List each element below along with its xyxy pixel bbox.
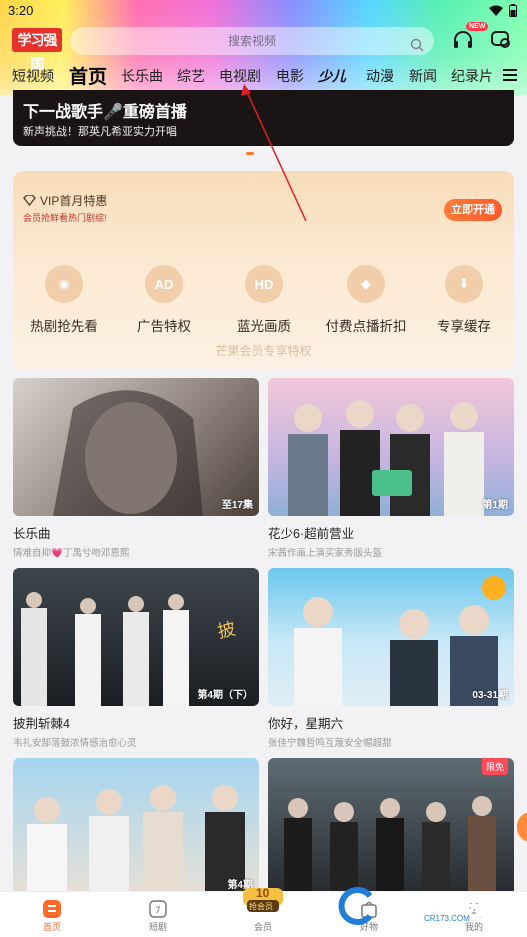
search-icon[interactable]: [410, 34, 424, 62]
headset-icon[interactable]: [452, 30, 474, 55]
carousel-indicator: [246, 152, 254, 155]
vip-title: VIP首月特惠: [40, 194, 108, 208]
video-thumbnail[interactable]: 第4期: [13, 758, 259, 896]
video-title: 你好，星期六: [268, 717, 344, 731]
perk-item[interactable]: ⬇ 专享缓存: [419, 265, 509, 335]
perk-item[interactable]: AD 广告特权: [119, 265, 209, 335]
tag-icon: ◆: [347, 265, 385, 303]
tab-documentary[interactable]: 纪录片: [451, 66, 493, 86]
watermark-url: CR173.COM: [424, 914, 470, 923]
sofa-icon: ◉: [45, 265, 83, 303]
video-subtitle: 情难自抑💗丁禹兮吻邓恩熙: [13, 548, 130, 559]
perk-label: 付费点播折扣: [325, 319, 407, 334]
tab-changlequ[interactable]: 长乐曲: [121, 66, 163, 86]
perk-label: 专享缓存: [437, 319, 491, 334]
status-time: 3:20: [8, 3, 34, 18]
tab-variety[interactable]: 综艺: [177, 66, 205, 86]
banner-title: 下一战歌手🎤重磅首播: [23, 104, 187, 121]
video-title: 长乐曲: [13, 527, 51, 541]
nav-home[interactable]: 首页: [22, 898, 82, 933]
video-thumbnail[interactable]: 至17集: [13, 378, 259, 516]
category-tabs: 短视频 首页 长乐曲 综艺 电视剧 电影 少儿 动漫 新闻 纪录片: [0, 62, 527, 90]
vip-promo-card[interactable]: VIP首月特惠 会员抢鲜看热门剧综! 立即开通 ◉ 热剧抢先看 AD 广告特权 …: [13, 171, 514, 370]
video-subtitle: 张佳宁魏哲鸣互蔑安全帽超甜: [268, 738, 392, 749]
tab-anime[interactable]: 动漫: [366, 66, 394, 86]
wifi-icon: [489, 4, 503, 22]
nav-home-label: 首页: [42, 922, 61, 932]
video-title: 披荆斩棘4: [13, 717, 70, 731]
ad-icon: AD: [145, 265, 183, 303]
nav-vip-label: 会员: [253, 922, 272, 932]
tab-tv-series[interactable]: 电视剧: [219, 66, 261, 86]
battery-icon: [509, 4, 517, 22]
download-icon: ⬇: [445, 265, 483, 303]
status-icons: [489, 4, 517, 22]
video-card[interactable]: 第4期: [13, 758, 259, 896]
tab-short-video[interactable]: 短视频: [12, 66, 54, 86]
svg-text:7: 7: [155, 906, 161, 916]
thumbnail-art: [288, 400, 484, 516]
episode-badge: 至17集: [221, 500, 253, 511]
episode-badge: 第4期（下）: [197, 690, 253, 701]
hd-icon: HD: [245, 265, 283, 303]
vip-center-button[interactable]: 10 抢会员: [239, 876, 287, 916]
hero-banner[interactable]: 下一战歌手🎤重磅首播 新声挑战！那英凡希亚实力开唱: [13, 90, 514, 146]
video-card[interactable]: 第1期 花少6·超前营业 宋茜作画上演买家秀版头盔: [268, 378, 514, 559]
thumbnail-art: [27, 785, 245, 896]
diamond-icon: [23, 193, 36, 211]
perk-label: 蓝光画质: [237, 319, 291, 334]
free-badge: 限免: [481, 758, 508, 775]
tab-news[interactable]: 新闻: [409, 66, 437, 86]
nav-shortplay-label: 短剧: [148, 922, 167, 932]
tab-home[interactable]: 首页: [69, 62, 107, 89]
video-card[interactable]: 03-31期 你好，星期六 张佳宁魏哲鸣互蔑安全帽超甜: [268, 568, 514, 749]
nav-shortplay[interactable]: 7 短剧: [128, 898, 188, 933]
perk-item[interactable]: ◆ 付费点播折扣: [315, 265, 417, 335]
episode-badge: 03-31期: [472, 690, 508, 701]
app-logo[interactable]: 学习强国: [12, 28, 62, 72]
search-input[interactable]: 搜索视频: [70, 27, 434, 55]
search-placeholder: 搜索视频: [227, 34, 276, 48]
svg-text:披: 披: [216, 619, 238, 643]
video-subtitle: 韦礼安郜落鼓浓情感治愈心灵: [13, 738, 137, 749]
video-thumbnail[interactable]: 披 第4期（下）: [13, 568, 259, 706]
watermark: 西西软件园 CR173.COM: [332, 884, 508, 928]
video-card[interactable]: 限免: [268, 758, 514, 896]
video-title: 花少6·超前营业: [268, 527, 355, 541]
thumbnail-art: [284, 796, 496, 896]
home-icon: [22, 898, 82, 920]
vip-footer: 芒果会员专享特权: [215, 344, 312, 358]
video-thumbnail[interactable]: 第1期: [268, 378, 514, 516]
vip-subtitle: 会员抢鲜看热门剧综!: [23, 213, 107, 223]
status-bar: 3:20: [0, 0, 527, 22]
vip-anniversary-number: 10: [256, 886, 270, 900]
perk-item[interactable]: ◉ 热剧抢先看: [19, 265, 109, 335]
vip-grab-label: 抢会员: [249, 902, 273, 911]
tab-movie[interactable]: 电影: [276, 66, 304, 86]
menu-icon[interactable]: [503, 68, 517, 86]
watermark-logo-icon: [338, 887, 373, 925]
perk-label: 广告特权: [137, 319, 191, 334]
floating-tab[interactable]: [517, 812, 527, 842]
perk-item[interactable]: HD 蓝光画质: [219, 265, 309, 335]
video-thumbnail[interactable]: 限免: [268, 758, 514, 896]
episode-badge: 第1期: [482, 500, 508, 511]
search-row: 学习强国 搜索视频 NEW: [0, 22, 527, 72]
message-icon[interactable]: [490, 30, 512, 55]
tab-kids[interactable]: 少儿: [318, 66, 346, 86]
video-subtitle: 宋茜作画上演买家秀版头盔: [268, 548, 383, 559]
new-badge: NEW: [466, 22, 489, 31]
video-thumbnail[interactable]: 03-31期: [268, 568, 514, 706]
banner-subtitle: 新声挑战！那英凡希亚实力开唱: [23, 126, 177, 138]
vip-open-button[interactable]: 立即开通: [444, 199, 502, 221]
video-card[interactable]: 披 第4期（下） 披荆斩棘4 韦礼安郜落鼓浓情感治愈心灵: [13, 568, 259, 749]
perk-label: 热剧抢先看: [30, 319, 98, 334]
video-card[interactable]: 至17集 长乐曲 情难自抑💗丁禹兮吻邓恩熙: [13, 378, 259, 559]
shortplay-icon: 7: [128, 898, 188, 920]
